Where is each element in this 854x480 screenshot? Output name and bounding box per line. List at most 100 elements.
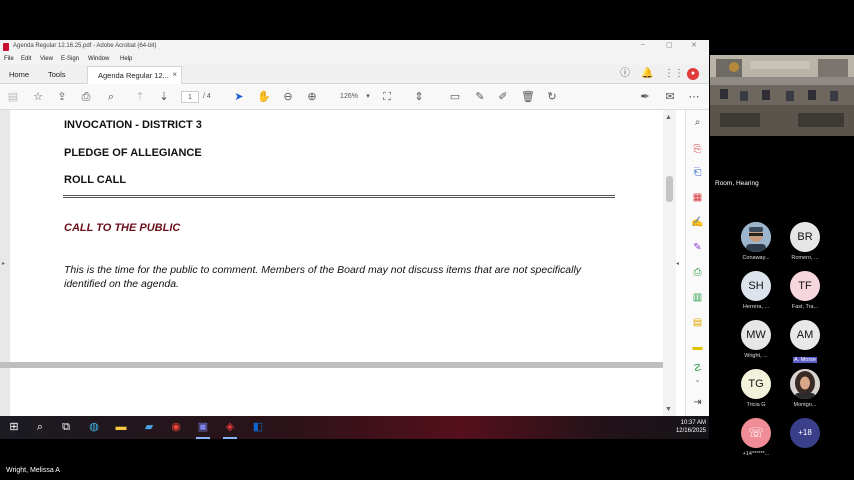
rotate-icon[interactable]: ↻ (545, 90, 559, 104)
request-signatures-icon[interactable]: ✍ (691, 216, 704, 229)
scroll-mode-icon[interactable]: ⇕ (412, 90, 426, 104)
menu-esign[interactable]: E-Sign (61, 56, 79, 62)
account-icon[interactable]: ● (687, 68, 699, 80)
participant-tile[interactable]: Conaway... (731, 222, 781, 261)
avatar: SH (741, 271, 771, 301)
roll-call-heading: ROLL CALL (64, 174, 127, 186)
clock-time: 10:37 AM (680, 420, 706, 426)
fill-sign-icon[interactable]: ✎ (691, 241, 704, 254)
outlook-icon[interactable]: ◧ (251, 420, 265, 434)
tab-home[interactable]: Home (9, 70, 29, 79)
chevron-down-icon[interactable]: ⌄ (691, 374, 704, 387)
comment-tool-icon[interactable]: ▬ (691, 341, 704, 354)
next-page-icon[interactable]: ⇣ (157, 90, 171, 104)
email-icon[interactable]: ✉ (663, 90, 677, 104)
comment-icon[interactable]: ▭ (448, 90, 462, 104)
document-viewport[interactable]: INVOCATION - DISTRICT 3 PLEDGE OF ALLEGI… (0, 110, 676, 439)
pen-icon[interactable]: ✎ (473, 90, 487, 104)
participant-tile[interactable]: TF Fast, Tra... (780, 271, 830, 310)
phone-caller-icon: ☏ (741, 418, 771, 448)
print-icon[interactable]: ⎙ (79, 90, 93, 104)
participant-tile[interactable]: AM A. Morse (780, 320, 830, 368)
zoom-search-icon[interactable]: ⌕ (691, 116, 704, 129)
participant-tile[interactable]: MW Wright, ... (731, 320, 781, 359)
app-icon[interactable]: ▰ (142, 420, 156, 434)
save-icon[interactable]: ▤ (6, 90, 20, 104)
participant-tile[interactable]: BR Romero, ... (780, 222, 830, 261)
menu-bar: File Edit View E-Sign Window Help (0, 54, 709, 65)
chevron-down-icon[interactable]: ▾ (361, 90, 375, 104)
active-indicator (196, 437, 210, 439)
apps-grid-icon[interactable]: ⋮⋮ (664, 68, 684, 80)
search-icon[interactable]: ⌕ (104, 90, 118, 104)
edge-browser-icon[interactable]: ◍ (87, 420, 101, 434)
close-window-icon[interactable]: ✕ (691, 41, 697, 49)
clock-date: 12/16/2025 (675, 428, 706, 434)
room-label: Room, Hearing (715, 180, 759, 187)
combine-files-icon[interactable]: ▥ (691, 291, 704, 304)
search-icon[interactable]: ⌕ (33, 420, 47, 434)
sign-icon[interactable]: ✒ (638, 90, 652, 104)
previous-page-icon[interactable]: ⇡ (133, 90, 147, 104)
room-video-feed[interactable] (710, 55, 854, 136)
teams-icon[interactable]: ▣ (196, 420, 210, 434)
create-pdf-icon[interactable]: ⎙ (691, 266, 704, 279)
close-tab-icon[interactable]: × (172, 70, 177, 79)
menu-file[interactable]: File (4, 56, 14, 62)
page-count: / 4 (203, 93, 211, 100)
menu-help[interactable]: Help (120, 56, 132, 62)
scrollbar-thumb[interactable] (666, 176, 673, 202)
file-explorer-icon[interactable]: ▬ (114, 420, 128, 434)
participant-name: +14******... (742, 451, 770, 457)
vertical-scrollbar[interactable]: ▲ ▼ (663, 110, 676, 416)
expand-left-panel-icon[interactable]: ▸ (2, 260, 5, 267)
participant-tile[interactable]: Montgo... (780, 369, 830, 408)
more-tools-icon[interactable]: ⋯ (687, 90, 701, 104)
collapse-right-panel-icon[interactable]: ◂ (676, 260, 679, 267)
participant-tile[interactable]: ☏ +14******... (731, 418, 781, 457)
help-icon[interactable]: ⓘ (619, 68, 631, 80)
participant-name: Tricia G (746, 402, 766, 408)
hand-tool-icon[interactable]: ✋ (257, 90, 271, 104)
upload-cloud-icon[interactable]: ⇪ (55, 90, 69, 104)
active-speaker-name: Wright, Melissa A (6, 467, 60, 474)
page-number-input[interactable]: 1 (181, 91, 199, 103)
zoom-in-icon[interactable]: ⊕ (305, 90, 319, 104)
tab-document[interactable]: Agenda Regular 12... × (87, 66, 182, 84)
scan-icon[interactable]: ▤ (691, 316, 704, 329)
participant-name: Fast, Tra... (791, 304, 819, 310)
maximize-icon[interactable]: ▢ (666, 41, 673, 49)
task-view-icon[interactable]: ⧉ (59, 420, 73, 434)
scroll-up-icon[interactable]: ▲ (665, 114, 672, 121)
delete-icon[interactable]: 🗑 (521, 90, 535, 104)
acrobat-app-icon (3, 43, 9, 51)
windows-start-icon[interactable]: ⊞ (7, 420, 21, 434)
menu-window[interactable]: Window (88, 56, 109, 62)
select-cursor-icon[interactable]: ➤ (232, 90, 246, 104)
organize-pages-icon[interactable]: ▦ (691, 191, 704, 204)
room-video-image (710, 55, 854, 136)
tab-tools[interactable]: Tools (48, 70, 66, 79)
highlight-icon[interactable]: ✐ (496, 90, 510, 104)
export-pdf-icon[interactable]: ⎘ (691, 143, 704, 156)
menu-view[interactable]: View (40, 56, 53, 62)
notification-bell-icon[interactable]: 🔔 (641, 68, 653, 80)
system-clock[interactable]: 10:37 AM 12/16/2025 (666, 419, 706, 435)
acrobat-taskbar-icon[interactable]: ◈ (223, 420, 237, 434)
edit-pdf-icon[interactable]: ⎗ (691, 166, 704, 179)
minimize-icon[interactable]: – (641, 41, 645, 48)
active-indicator (223, 437, 237, 439)
scroll-down-icon[interactable]: ▼ (665, 406, 672, 413)
zoom-out-icon[interactable]: ⊖ (281, 90, 295, 104)
window-title: Agenda Regular 12.16.25.pdf - Adobe Acro… (13, 43, 157, 49)
more-participants-button[interactable]: +18 (780, 418, 830, 448)
avatar: BR (790, 222, 820, 252)
bookmark-star-icon[interactable]: ☆ (31, 90, 45, 104)
participant-tile[interactable]: TG Tricia G (731, 369, 781, 408)
participant-tile[interactable]: SH Herrera, ... (731, 271, 781, 310)
call-to-public-heading: CALL TO THE PUBLIC (64, 222, 181, 234)
page-fit-icon[interactable]: ⛶ (380, 90, 394, 104)
collapse-panel-icon[interactable]: ⇥ (691, 396, 704, 409)
menu-edit[interactable]: Edit (21, 56, 31, 62)
chrome-icon[interactable]: ◉ (169, 420, 183, 434)
